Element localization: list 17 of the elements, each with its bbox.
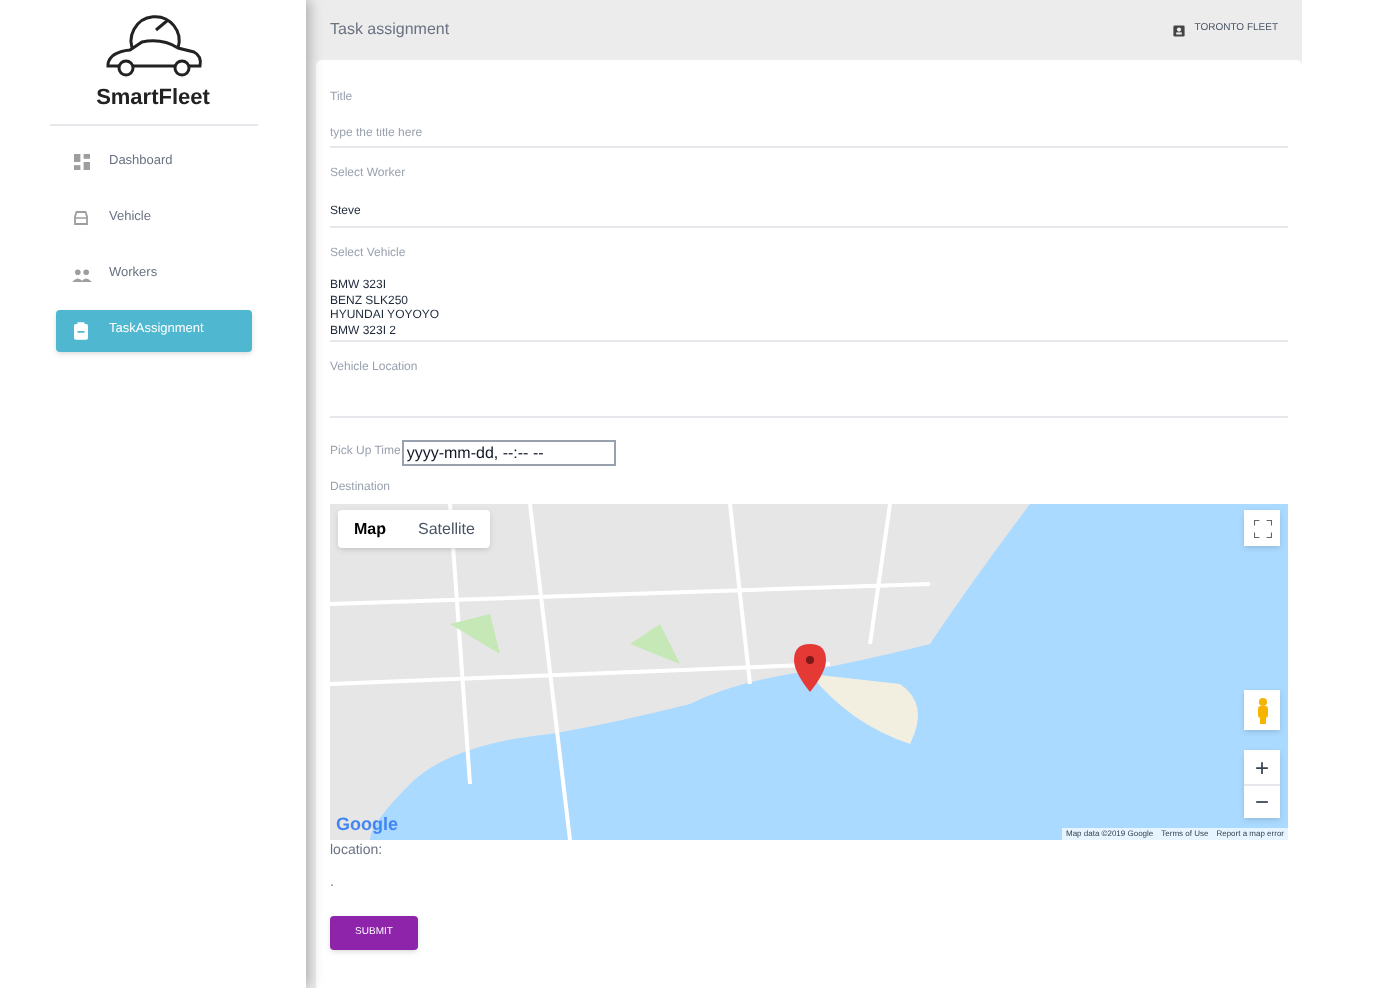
badge-icon [1172,23,1187,37]
car-gauge-logo-icon [101,12,205,80]
fullscreen-button[interactable] [1244,510,1280,546]
map-type-tab[interactable]: Satellite [402,510,491,548]
clipboard-icon [74,321,88,339]
map-type-tab[interactable]: Map [338,510,402,548]
dashboard-icon [73,154,89,170]
street-view-button[interactable] [1244,690,1280,730]
zoom-out-button[interactable]: − [1244,784,1280,818]
fullscreen-icon [1253,519,1271,537]
date-time-field[interactable]: yyyy-mm-dd, --:-- -- [402,440,617,466]
page-title: Task assignment [330,18,450,42]
map-logo: Google [336,811,398,838]
person-icon [1255,697,1269,723]
people-icon [71,267,91,281]
zoom-in-button[interactable]: + [1244,750,1280,784]
logo-text: SmartFleet [96,84,210,114]
